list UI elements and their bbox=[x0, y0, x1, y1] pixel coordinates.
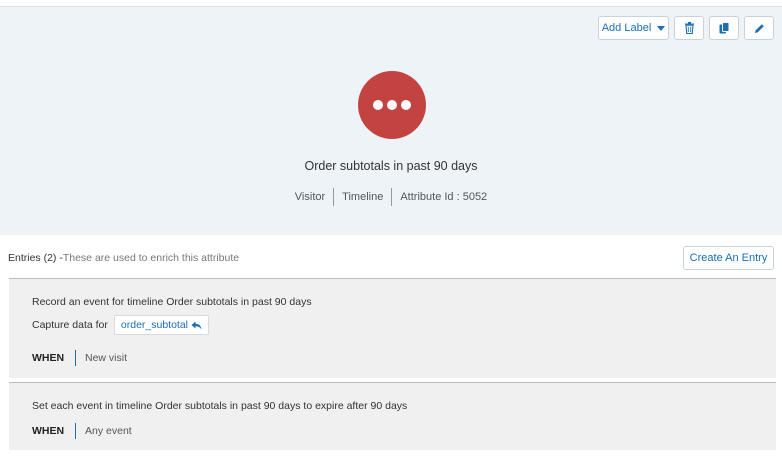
entry-description: Record an event for timeline Order subto… bbox=[32, 296, 312, 308]
when-label: WHEN bbox=[32, 425, 65, 437]
edit-button[interactable] bbox=[744, 16, 774, 40]
pencil-icon bbox=[754, 23, 764, 33]
copy-button[interactable] bbox=[709, 16, 739, 40]
entry-card[interactable]: Set each event in timeline Order subtota… bbox=[9, 382, 776, 450]
create-entry-button[interactable]: Create An Entry bbox=[683, 246, 774, 270]
capture-row: Capture data for order_subtotal bbox=[32, 315, 210, 335]
caret-down-icon bbox=[657, 25, 666, 31]
when-label: WHEN bbox=[32, 352, 65, 364]
entries-header: Entries (2) -These are used to enrich th… bbox=[0, 245, 782, 271]
when-row: WHEN New visit bbox=[32, 350, 127, 366]
meta-type: Visitor bbox=[294, 191, 326, 203]
capture-field-name: order_subtotal bbox=[120, 319, 189, 331]
delete-button[interactable] bbox=[674, 16, 704, 40]
attribute-title: Order subtotals in past 90 days bbox=[304, 159, 478, 173]
attribute-header-panel: Add Label Order subtotals in past 90 day… bbox=[0, 6, 782, 235]
reply-arrow-icon bbox=[191, 321, 202, 329]
add-label-button[interactable]: Add Label bbox=[598, 16, 669, 40]
when-row: WHEN Any event bbox=[32, 423, 132, 439]
when-value: Any event bbox=[85, 425, 132, 437]
capture-label: Capture data for bbox=[32, 319, 108, 331]
when-divider bbox=[75, 423, 76, 439]
when-divider bbox=[75, 350, 76, 366]
entries-count: Entries (2) - bbox=[8, 252, 63, 264]
meta-kind: Timeline bbox=[342, 191, 384, 203]
meta-attribute-id: Attribute Id : 5052 bbox=[400, 191, 488, 203]
entries-label: Entries (2) -These are used to enrich th… bbox=[8, 252, 239, 264]
toolbar: Add Label bbox=[598, 16, 774, 40]
attribute-meta: Visitor Timeline Attribute Id : 5052 bbox=[0, 188, 782, 206]
entry-description: Set each event in timeline Order subtota… bbox=[32, 400, 408, 412]
add-label-text: Add Label bbox=[601, 22, 652, 34]
more-dots-icon bbox=[373, 100, 383, 110]
more-dots-icon-dot bbox=[401, 100, 411, 110]
entries-hint: These are used to enrich this attribute bbox=[62, 252, 240, 264]
when-value: New visit bbox=[85, 352, 128, 364]
capture-field-chip[interactable]: order_subtotal bbox=[113, 315, 210, 335]
more-dots-icon-dot bbox=[387, 100, 397, 110]
entry-card[interactable]: Record an event for timeline Order subto… bbox=[9, 278, 776, 378]
attribute-avatar bbox=[358, 71, 426, 139]
copy-icon bbox=[719, 22, 729, 34]
trash-icon bbox=[684, 22, 694, 34]
